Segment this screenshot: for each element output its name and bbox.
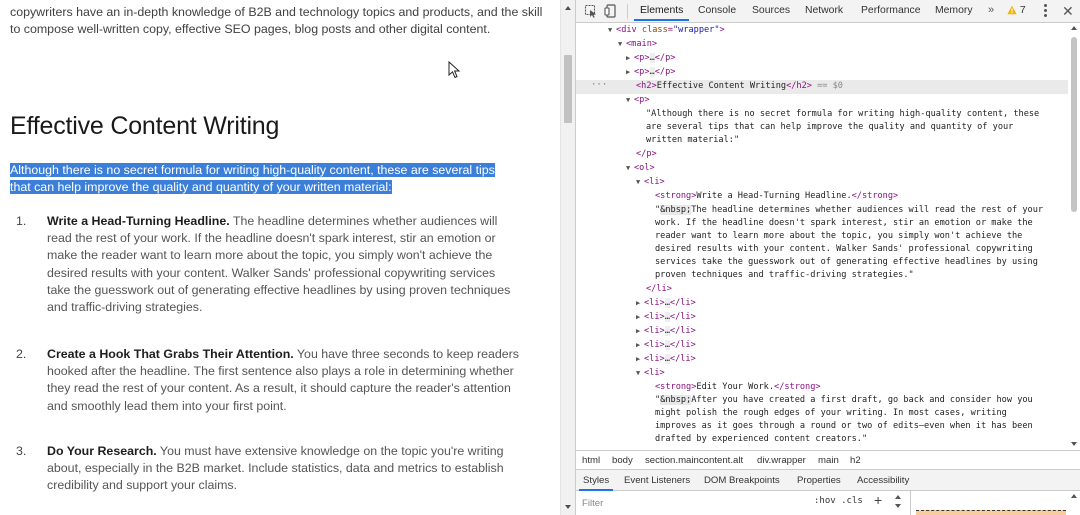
tab-sources[interactable]: Sources — [752, 5, 790, 16]
dom-node-li-expanded[interactable]: ▼ <li> — [576, 367, 1068, 381]
text-selection: Although there is no secret formula for … — [10, 163, 495, 194]
styles-pane-tabs: Styles Event Listeners DOM Breakpoints P… — [576, 469, 1080, 491]
dom-node-li-collapsed[interactable]: ▶ <li>…</li> — [576, 339, 1068, 353]
styles-filter-bar: :hov .cls + — [576, 491, 1080, 515]
dom-node-p-close[interactable]: </p> — [576, 148, 1068, 162]
warnings-counter[interactable]: 7 — [1007, 5, 1026, 16]
breadcrumb-h2[interactable]: h2 — [850, 455, 861, 466]
dom-text-node[interactable]: proven techniques and traffic-driving st… — [576, 269, 1068, 283]
dom-node-li-collapsed[interactable]: ▶ <li>…</li> — [576, 325, 1068, 339]
list-number: 3. — [16, 444, 27, 458]
intro-paragraph: copywriters have an in-depth knowledge o… — [10, 5, 543, 36]
dom-node-li-close[interactable]: </li> — [576, 283, 1068, 297]
warning-count: 7 — [1019, 5, 1026, 16]
page-scrollbar[interactable] — [560, 0, 575, 515]
dom-text-node[interactable]: "&nbsp;After you have created a first dr… — [576, 394, 1068, 408]
breadcrumb-main[interactable]: main — [818, 455, 839, 466]
list-item-text: Write a Head-Turning Headline. The headl… — [47, 213, 522, 316]
tab-styles[interactable]: Styles — [578, 475, 614, 491]
list-item-body: The headline determines whether audience… — [47, 214, 511, 315]
computed-toggle-icon[interactable] — [895, 495, 903, 509]
list-number: 2. — [16, 347, 27, 361]
dom-text-node[interactable]: drafted by experienced content creators.… — [576, 433, 1068, 447]
tab-event-listeners[interactable]: Event Listeners — [624, 475, 690, 486]
more-options-icon[interactable] — [1044, 3, 1048, 19]
breadcrumb-body[interactable]: body — [612, 455, 633, 466]
scroll-up-arrow-icon[interactable] — [565, 6, 571, 10]
tab-dom-breakpoints[interactable]: DOM Breakpoints — [704, 475, 780, 486]
dom-text-node[interactable]: written material:" — [576, 134, 1068, 148]
scroll-up-arrow-icon[interactable] — [1071, 26, 1077, 30]
scrollbar-thumb[interactable] — [1071, 37, 1077, 212]
scroll-down-arrow-icon[interactable] — [565, 505, 571, 509]
dom-node-main[interactable]: ▼ <main> — [576, 38, 1068, 52]
toolbar-divider — [627, 4, 628, 19]
dom-node-p-collapsed[interactable]: ▶ <p>…</p> — [576, 66, 1068, 80]
dom-text-node[interactable]: improves as it goes through a round or t… — [576, 420, 1068, 434]
breadcrumb-div-wrapper[interactable]: div.wrapper — [757, 455, 806, 466]
dom-node-p[interactable]: ▼ <p> — [576, 94, 1068, 108]
tab-properties[interactable]: Properties — [797, 475, 841, 486]
mouse-cursor-icon — [448, 61, 461, 79]
dom-node-h2-selected[interactable]: <h2>Effective Content Writing</h2> == $0 — [576, 80, 1068, 94]
scroll-up-arrow-icon[interactable] — [1071, 494, 1077, 498]
dom-text-node[interactable]: "Although there is no secret formula for… — [576, 108, 1068, 122]
web-page-content: copywriters have an in-depth knowledge o… — [0, 0, 560, 515]
inspect-element-icon[interactable] — [584, 4, 598, 18]
selected-lead-paragraph[interactable]: Although there is no secret formula for … — [10, 162, 510, 196]
device-toolbar-icon[interactable] — [604, 4, 618, 18]
tab-elements[interactable]: Elements — [633, 5, 690, 21]
breadcrumb-html[interactable]: html — [582, 455, 600, 466]
dom-node-p-collapsed[interactable]: ▶ <p>…</p> — [576, 52, 1068, 66]
elements-dom-tree[interactable]: ▼ <div class="wrapper"> ▼ <main> ▶ <p>…</p>… — [576, 23, 1068, 450]
dom-node-strong[interactable]: <strong>Edit Your Work.</strong> — [576, 381, 1068, 395]
dom-node-li-collapsed[interactable]: ▶ <li>…</li> — [576, 353, 1068, 367]
styles-filter-input[interactable] — [582, 496, 782, 510]
dom-node-strong[interactable]: <strong>Write a Head-Turning Headline.</… — [576, 190, 1068, 204]
box-model-preview — [916, 510, 1066, 515]
tab-console[interactable]: Console — [698, 5, 736, 16]
list-item-text: Do Your Research. You must have extensiv… — [47, 443, 522, 495]
dom-node-li-collapsed[interactable]: ▶ <li>…</li> — [576, 311, 1068, 325]
dom-text-node[interactable]: services take the guesswork out of gener… — [576, 256, 1068, 270]
tab-performance[interactable]: Performance — [861, 5, 920, 16]
scrollbar-thumb[interactable] — [564, 55, 572, 123]
dom-text-node[interactable]: work. If the headline doesn't spark inte… — [576, 217, 1068, 231]
dom-text-node[interactable]: "&nbsp;The headline determines whether a… — [576, 204, 1068, 218]
scroll-down-arrow-icon[interactable] — [1071, 442, 1077, 446]
dom-text-node[interactable]: are several tips that can help improve t… — [576, 121, 1068, 135]
tab-accessibility[interactable]: Accessibility — [857, 475, 909, 486]
styles-scrollbar[interactable] — [1068, 491, 1080, 515]
dom-node-ol[interactable]: ▼ <ol> — [576, 162, 1068, 176]
new-style-rule-button[interactable]: + — [874, 492, 882, 508]
dom-node-li-collapsed[interactable]: ▶ <li>…</li> — [576, 297, 1068, 311]
dom-text-node[interactable]: might polish the rough edges of your wri… — [576, 407, 1068, 421]
warning-icon — [1007, 5, 1017, 15]
list-number: 1. — [16, 214, 27, 228]
hov-cls-toggles[interactable]: :hov .cls — [814, 496, 863, 506]
tab-memory[interactable]: Memory — [935, 5, 973, 16]
more-tabs-button[interactable]: » — [988, 4, 994, 16]
dom-node-div-wrapper[interactable]: ▼ <div class="wrapper"> — [576, 24, 1068, 38]
list-item-title: Do Your Research. — [47, 444, 157, 458]
breadcrumb-section[interactable]: section.maincontent.alt — [645, 455, 743, 466]
list-item-title: Write a Head-Turning Headline. — [47, 214, 230, 228]
dom-node-li-expanded[interactable]: ▼ <li> — [576, 176, 1068, 190]
list-item-text: Create a Hook That Grabs Their Attention… — [47, 346, 522, 415]
dom-breadcrumbs: html body section.maincontent.alt div.wr… — [576, 450, 1080, 469]
close-icon[interactable]: ✕ — [1062, 3, 1074, 20]
dom-text-node[interactable]: reader want to learn more about the topi… — [576, 230, 1068, 244]
tab-network[interactable]: Network — [805, 5, 843, 16]
dom-tree-scrollbar[interactable] — [1068, 23, 1080, 450]
devtools-panel: Elements Console Sources Network Perform… — [575, 0, 1080, 515]
list-item-title: Create a Hook That Grabs Their Attention… — [47, 347, 294, 361]
section-heading: Effective Content Writing — [10, 112, 280, 140]
pane-divider[interactable] — [910, 491, 911, 515]
node-actions-ellipsis[interactable]: ··· — [591, 80, 607, 90]
dom-text-node[interactable]: desired results with your content. Walke… — [576, 243, 1068, 257]
devtools-toolbar: Elements Console Sources Network Perform… — [576, 0, 1080, 23]
